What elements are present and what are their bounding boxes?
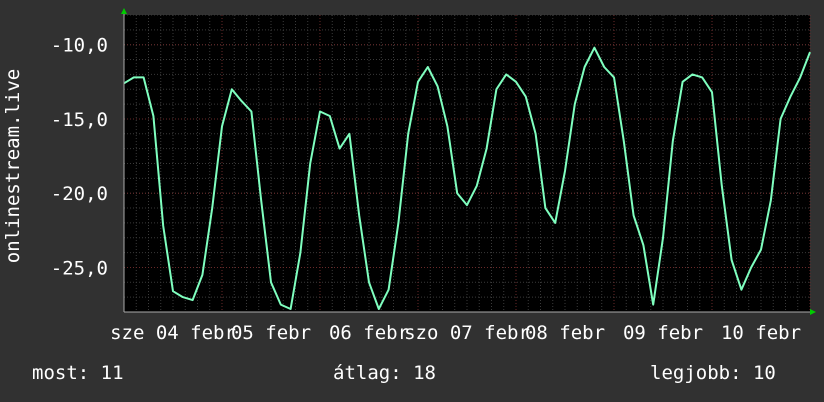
x-tick-label: 09 febr	[623, 322, 703, 344]
x-tick-label: szo 07 febr	[404, 322, 530, 344]
y-tick-label: -15,0	[51, 109, 108, 131]
x-tick-label: 10 febr	[721, 322, 801, 344]
y-tick-label: -25,0	[51, 257, 108, 279]
x-axis-arrow-icon	[810, 309, 816, 315]
stat-current: most: 11	[32, 362, 124, 384]
y-axis-arrow-icon	[121, 8, 127, 14]
y-tick-label: -20,0	[51, 183, 108, 205]
line-chart: -10,0 -15,0 -20,0 -25,0 sze 04 febr05 febr 0…	[2, 8, 816, 344]
y-tick-label: -10,0	[51, 35, 108, 57]
y-axis-label: onlinestream.live	[2, 69, 24, 263]
x-tick-label: 05 febr	[231, 322, 311, 344]
y-ticks: -10,0 -15,0 -20,0 -25,0	[51, 35, 108, 280]
stat-best: legjobb: 10	[650, 362, 776, 384]
x-tick-label: sze 04 febr	[110, 322, 236, 344]
x-ticks: sze 04 febr05 febr 06 febrszo 07 febr08 f…	[110, 322, 801, 344]
x-tick-label: 06 febr	[329, 322, 409, 344]
stat-average: átlag: 18	[333, 362, 436, 384]
chart-widget: -10,0 -15,0 -20,0 -25,0 sze 04 febr 05 febr 0…	[0, 0, 824, 402]
x-tick-label: 08 febr	[525, 322, 605, 344]
